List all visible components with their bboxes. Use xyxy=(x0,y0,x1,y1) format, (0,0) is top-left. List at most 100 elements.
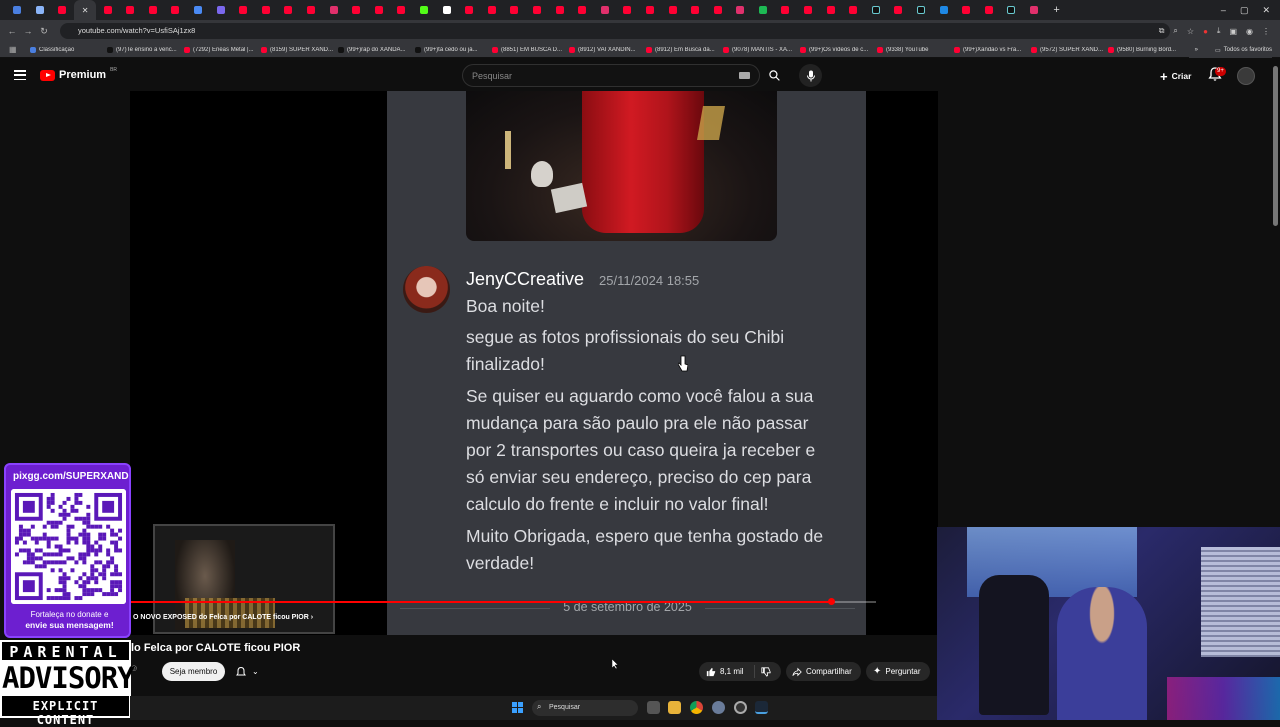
new-tab-button[interactable]: + xyxy=(1045,0,1068,20)
browser-tab[interactable] xyxy=(887,0,910,20)
browser-tab[interactable] xyxy=(797,0,820,20)
browser-tab[interactable] xyxy=(255,0,278,20)
browser-tab[interactable] xyxy=(978,0,1001,20)
browser-tab[interactable] xyxy=(774,0,797,20)
browser-tab[interactable] xyxy=(51,0,74,20)
bookmark-item[interactable]: (8912) Em Busca da... xyxy=(646,46,723,53)
extension-icon[interactable]: ● xyxy=(1203,27,1208,36)
downloads-icon[interactable]: ⤓ xyxy=(1217,26,1221,36)
hamburger-menu-icon[interactable] xyxy=(14,70,26,80)
browser-tab[interactable] xyxy=(1023,0,1046,20)
bookmark-item[interactable]: (8851) EM BUSCA D... xyxy=(492,46,569,53)
settings-gear-icon[interactable] xyxy=(712,701,725,714)
browser-tab[interactable] xyxy=(548,0,571,20)
maximize-button[interactable]: ▢ xyxy=(1240,5,1249,16)
browser-tab[interactable] xyxy=(187,0,210,20)
endscreen-title[interactable]: O NOVO EXPOSED do Felca por CALOTE ficou… xyxy=(133,614,313,621)
file-explorer-icon[interactable] xyxy=(668,701,681,714)
bookmark-item[interactable]: (9580) Burning Bord... xyxy=(1108,46,1185,53)
cast-icon[interactable]: ⧉ xyxy=(1159,26,1165,36)
ask-button[interactable]: ✦ Perguntar xyxy=(866,662,930,681)
browser-tab[interactable] xyxy=(1000,0,1023,20)
taskbar-search[interactable]: Pesquisar xyxy=(532,700,638,716)
browser-tab[interactable] xyxy=(819,0,842,20)
browser-tab[interactable] xyxy=(368,0,391,20)
browser-tab[interactable] xyxy=(661,0,684,20)
browser-tab[interactable] xyxy=(458,0,481,20)
search-input[interactable]: Pesquisar xyxy=(462,64,760,87)
dislike-button[interactable] xyxy=(755,666,771,677)
bookmark-item[interactable]: (9338) YouTube xyxy=(877,46,954,53)
browser-tab[interactable] xyxy=(96,0,119,20)
minimize-button[interactable]: – xyxy=(1221,5,1226,15)
browser-tab[interactable] xyxy=(209,0,232,20)
windows-start-icon[interactable] xyxy=(512,702,523,713)
browser-tab[interactable] xyxy=(729,0,752,20)
bookmark-item[interactable]: (99+)rap do XANDÃ... xyxy=(338,46,415,53)
browser-tab[interactable] xyxy=(571,0,594,20)
browser-tab[interactable] xyxy=(706,0,729,20)
task-view-icon[interactable] xyxy=(647,701,660,714)
subscription-bell-button[interactable]: ⌄ xyxy=(231,662,267,681)
bookmark-item[interactable]: Classificação xyxy=(30,46,107,53)
browser-tab[interactable] xyxy=(616,0,639,20)
browser-tab[interactable] xyxy=(119,0,142,20)
browser-tab[interactable] xyxy=(503,0,526,20)
browser-tab[interactable] xyxy=(865,0,888,20)
obs-icon[interactable] xyxy=(734,701,747,714)
steam-icon[interactable] xyxy=(755,701,768,714)
browser-tab[interactable] xyxy=(277,0,300,20)
bookmark-item[interactable]: (9572) SUPER XAND... xyxy=(1031,46,1108,53)
chrome-icon[interactable] xyxy=(690,701,703,714)
browser-tab[interactable] xyxy=(413,0,436,20)
browser-tab[interactable] xyxy=(639,0,662,20)
bookmark-item[interactable]: (99+)Xandão vs Fra... xyxy=(954,46,1031,53)
browser-tab[interactable] xyxy=(345,0,368,20)
search-button[interactable] xyxy=(760,64,788,87)
all-bookmarks-folder[interactable]: » ▭ Todos os favoritos xyxy=(1188,42,1272,58)
apps-grid-icon[interactable]: ▦ xyxy=(9,45,17,54)
browser-tab[interactable] xyxy=(435,0,458,20)
voice-search-button[interactable] xyxy=(799,64,822,87)
like-button[interactable]: 8,1 mil xyxy=(699,665,755,678)
browser-tab[interactable] xyxy=(526,0,549,20)
browser-tab[interactable] xyxy=(390,0,413,20)
profile-icon[interactable]: ◉ xyxy=(1246,27,1253,36)
browser-tab[interactable] xyxy=(164,0,187,20)
browser-tab[interactable] xyxy=(842,0,865,20)
close-window-button[interactable]: ✕ xyxy=(1262,5,1270,16)
browser-tab[interactable] xyxy=(684,0,707,20)
browser-tab[interactable] xyxy=(752,0,775,20)
browser-menu-icon[interactable]: ⋮ xyxy=(1262,27,1270,36)
browser-tab[interactable] xyxy=(300,0,323,20)
bookmark-star-icon[interactable]: ☆ xyxy=(1187,27,1194,36)
extensions-puzzle-icon[interactable]: ▣ xyxy=(1229,27,1237,36)
browser-tab[interactable] xyxy=(232,0,255,20)
zoom-icon[interactable]: ⌕ xyxy=(1173,26,1177,36)
browser-tab[interactable] xyxy=(29,0,52,20)
bookmark-item[interactable]: (97)Te ensino a venc... xyxy=(107,46,184,53)
keyboard-icon[interactable] xyxy=(739,72,750,79)
bookmark-item[interactable]: (8159) SUPER XAND... xyxy=(261,46,338,53)
browser-tab[interactable] xyxy=(480,0,503,20)
browser-tab[interactable] xyxy=(322,0,345,20)
bookmark-item[interactable]: (8912) VAI XANDIN... xyxy=(569,46,646,53)
browser-tab[interactable] xyxy=(142,0,165,20)
back-icon[interactable]: ← xyxy=(4,26,20,36)
bookmark-item[interactable]: (9078) MANTIS - XA... xyxy=(723,46,800,53)
progress-scrubber[interactable] xyxy=(828,598,835,605)
reload-icon[interactable]: ↻ xyxy=(36,26,52,37)
join-button[interactable]: Seja membro xyxy=(162,662,225,681)
browser-tab[interactable] xyxy=(955,0,978,20)
bookmark-item[interactable]: (99+)tá cedo ou já... xyxy=(415,46,492,53)
browser-tab[interactable]: ✕ xyxy=(73,0,97,20)
forward-icon[interactable]: → xyxy=(20,26,36,36)
create-button[interactable]: + Criar xyxy=(1154,66,1197,86)
account-avatar[interactable] xyxy=(1237,67,1255,85)
browser-tab[interactable] xyxy=(6,0,29,20)
bookmark-item[interactable]: (7292) Enéas Metal |... xyxy=(184,46,261,53)
bookmark-item[interactable]: (99+)Os vídeos de c... xyxy=(800,46,877,53)
share-button[interactable]: Compartilhar xyxy=(786,662,861,681)
address-bar[interactable]: youtube.com/watch?v=UsfiSAj1zx8 xyxy=(60,23,1170,39)
browser-tab[interactable] xyxy=(593,0,616,20)
